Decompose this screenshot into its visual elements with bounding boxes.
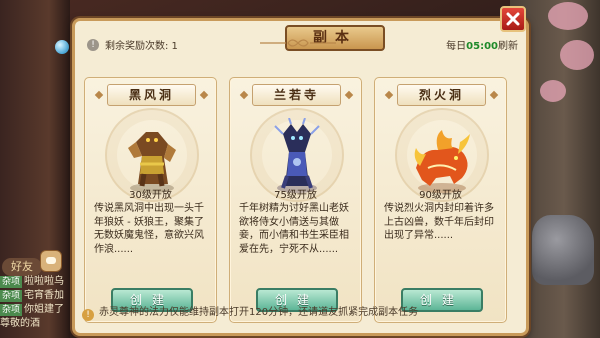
bottom-note: ! 赤灵尊神的法力仅能维持副本打开120分钟，还请道友抓紧完成副本任务: [82, 305, 522, 321]
chat-tag: 杂项: [0, 290, 23, 302]
dungeon-description: 千年树精为讨好黑山老妖欲将侍女小倩送与其做妾，而小倩和书生采臣相爱在先，宁死不从…: [239, 203, 349, 255]
chat-line: 尊敬的酒: [0, 317, 70, 331]
close-button[interactable]: [500, 6, 526, 32]
chat-line: 杂项 你姐建了: [0, 303, 70, 317]
reward-count: 剩余奖励次数: 1: [105, 41, 178, 52]
dungeon-description: 传说黑风洞中出现一头千年狼妖 - 妖狼王，聚集了无数妖魔鬼怪，意欲兴风作浪...…: [94, 203, 204, 255]
chat-icon[interactable]: [40, 250, 62, 272]
refresh-prefix: 每日: [446, 41, 467, 52]
dungeon-card-lanruosi: 兰若寺 75级开放 千年树精为讨好黑山老妖欲将侍女小倩送与其做妾，而小倩和书生采…: [229, 77, 362, 323]
dungeon-name: 黑风洞: [107, 84, 196, 106]
daily-refresh: 每日05:00刷新: [446, 37, 518, 52]
orb-icon[interactable]: [55, 40, 69, 54]
chat-tag: 杂项: [0, 304, 23, 316]
unlock-level: 30级开放: [129, 190, 172, 201]
wolf-king-monster-icon: [128, 132, 176, 193]
fire-beast-monster-icon: [414, 130, 470, 193]
tree-demon-monster-icon: [274, 118, 320, 193]
chat-tag: 杂项: [0, 276, 23, 288]
chat-text: 啦啦啦乌: [24, 276, 65, 287]
stone-lion-statue: [532, 215, 594, 285]
blossom-decoration: [540, 80, 566, 102]
warning-icon: !: [82, 309, 94, 321]
dungeon-card-heifengdong: 黑风洞 30级开放 传说黑风洞中出现一头千年狼妖 - 妖狼王，聚集了无数妖魔鬼怪…: [84, 77, 217, 323]
blossom-decoration: [560, 40, 594, 70]
bottom-note-text: 赤灵尊神的法力仅能维持副本打开120分钟，还请道友抓紧完成副本任务: [99, 307, 419, 318]
friend-button[interactable]: 好友: [2, 258, 42, 276]
unlock-level: 90级开放: [419, 190, 462, 201]
dungeon-dialog: 副本 黑风洞 30级开放 传说黑风洞中出现一头千年狼妖 - 妖狼王，聚集了无数妖…: [72, 18, 529, 336]
chat-text: 宅宵香加: [24, 290, 65, 301]
chat-text: 你姐建了: [24, 304, 65, 315]
dungeon-card-liehuodong: 烈火洞 90级开放 传说烈火洞内封印着许多上古凶兽，数千年后封印出现了异常...…: [374, 77, 507, 323]
blossom-decoration: [548, 2, 588, 30]
refresh-suffix: 刷新: [498, 41, 518, 52]
close-icon: [506, 12, 520, 26]
chat-line: 杂项 啦啦啦乌: [0, 275, 70, 289]
refresh-time: 05:00: [466, 41, 498, 52]
chat-text: 尊敬的酒: [0, 318, 40, 329]
ornament-divider: [260, 39, 336, 47]
unlock-level: 75级开放: [274, 190, 317, 201]
chat-line: 杂项 宅宵香加: [0, 289, 70, 303]
chat-log: 杂项 啦啦啦乌 杂项 宅宵香加 杂项 你姐建了 尊敬的酒: [0, 275, 70, 331]
dungeon-name: 烈火洞: [397, 84, 486, 106]
info-icon: !: [87, 39, 99, 51]
dungeon-name: 兰若寺: [252, 84, 341, 106]
dungeon-description: 传说烈火洞内封印着许多上古凶兽，数千年后封印出现了异常......: [384, 203, 494, 241]
